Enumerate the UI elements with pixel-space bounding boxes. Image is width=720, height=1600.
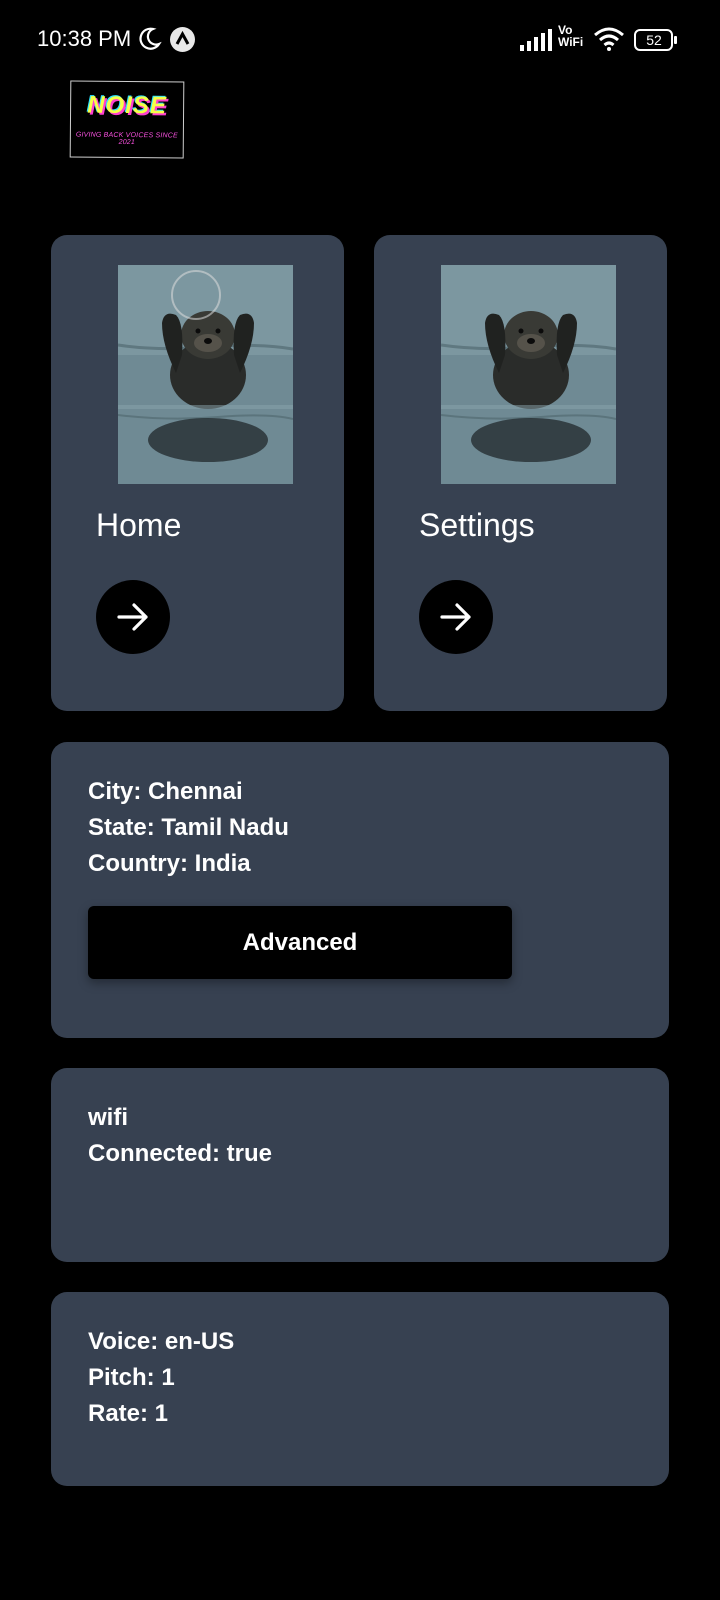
voice-card: Voice: en-US Pitch: 1 Rate: 1 <box>51 1292 669 1486</box>
network-card: wifi Connected: true <box>51 1068 669 1262</box>
settings-arrow-button[interactable] <box>419 580 493 654</box>
country-text: Country: India <box>88 850 251 877</box>
vowifi-label: Vo WiFi <box>558 23 584 49</box>
home-card[interactable]: Home <box>51 235 344 711</box>
sea-otter-image <box>441 265 616 484</box>
logo-tagline: GIVING BACK VOICES SINCE 2021 <box>75 131 178 147</box>
settings-label: Settings <box>419 507 535 543</box>
network-type-text: wifi <box>88 1104 128 1131</box>
status-bar: 10:38 PM Vo WiFi 52 <box>0 0 720 80</box>
arrow-right-icon <box>440 603 471 631</box>
arrow-right-icon <box>117 603 148 631</box>
wifi-icon <box>594 27 624 51</box>
city-text: City: Chennai <box>88 778 243 805</box>
rate-text: Rate: 1 <box>88 1400 169 1427</box>
network-info: wifi Connected: true <box>88 1100 272 1172</box>
connected-text: Connected: true <box>88 1140 273 1167</box>
pitch-text: Pitch: 1 <box>88 1364 175 1391</box>
location-card: City: Chennai State: Tamil Nadu Country:… <box>51 742 669 1038</box>
touch-indicator <box>171 270 221 320</box>
settings-card[interactable]: Settings <box>374 235 667 711</box>
logo-title: NOISE <box>87 91 168 120</box>
battery-level: 52 <box>646 32 662 48</box>
home-arrow-button[interactable] <box>96 580 170 654</box>
voice-text: Voice: en-US <box>88 1328 235 1355</box>
moon-icon <box>139 27 162 50</box>
app-logo: NOISE GIVING BACK VOICES SINCE 2021 <box>69 80 185 159</box>
advanced-button[interactable]: Advanced <box>88 906 512 979</box>
state-text: State: Tamil Nadu <box>88 814 289 841</box>
voice-info: Voice: en-US Pitch: 1 Rate: 1 <box>88 1324 234 1432</box>
signal-icon <box>520 29 552 51</box>
home-label: Home <box>96 507 182 543</box>
location-info: City: Chennai State: Tamil Nadu Country:… <box>88 774 289 882</box>
status-time: 10:38 PM <box>37 26 132 51</box>
app-badge-icon <box>170 27 195 52</box>
